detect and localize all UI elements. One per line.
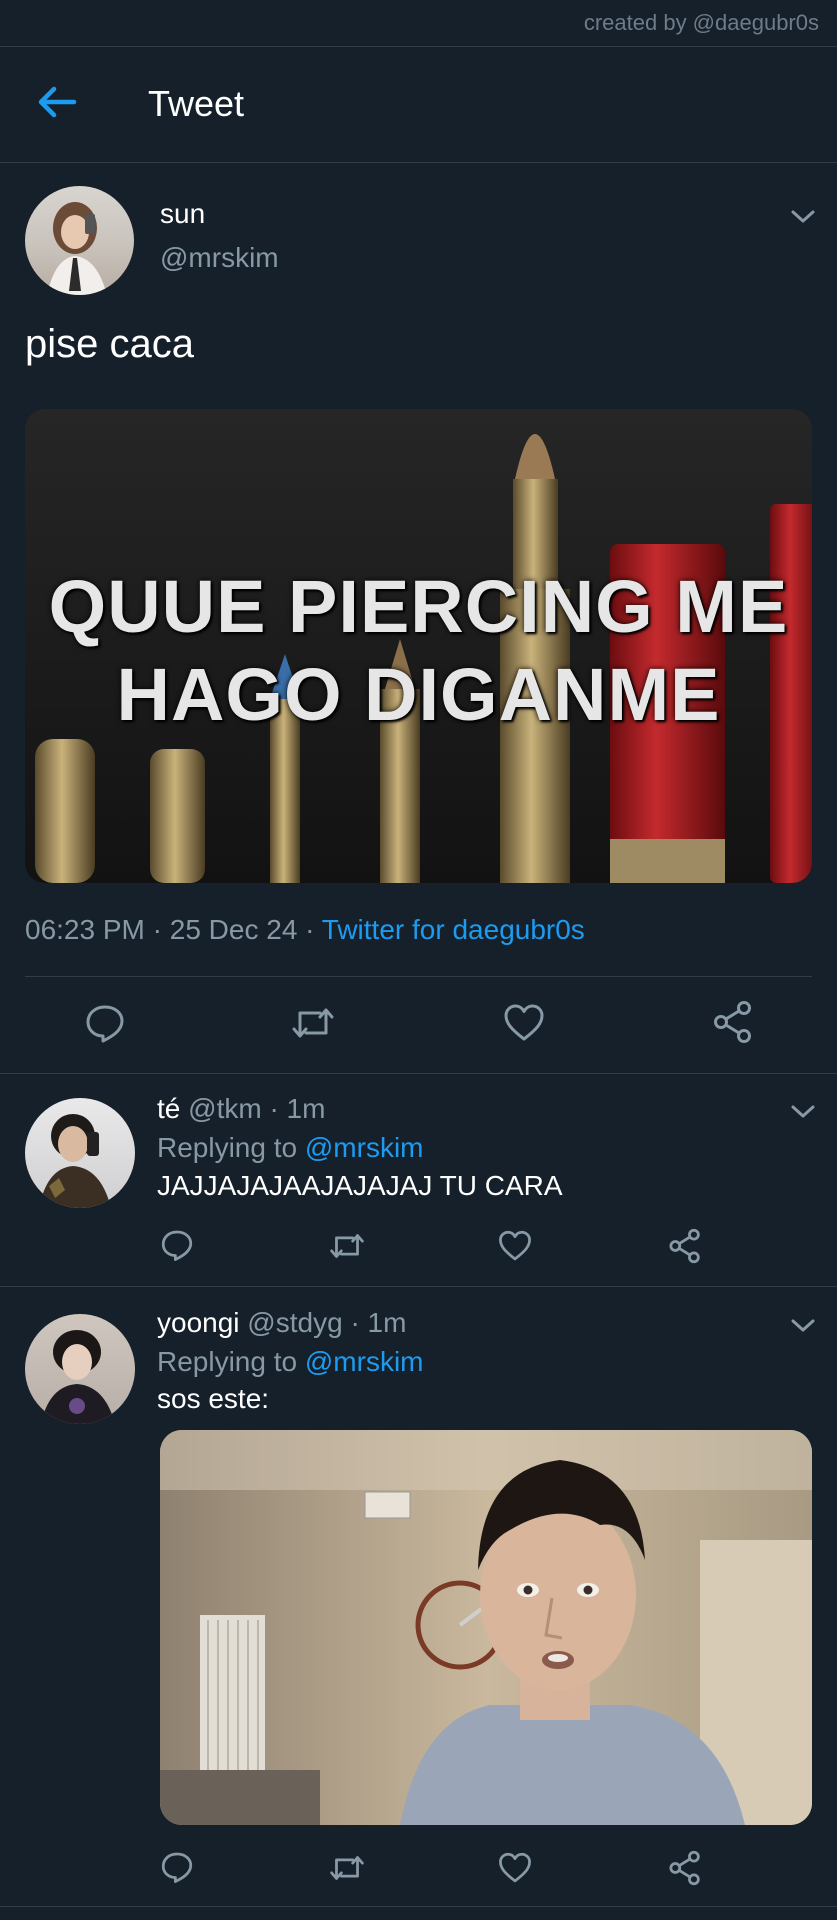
comment-icon — [161, 1230, 193, 1261]
author-name[interactable]: sun — [160, 198, 205, 230]
avatar[interactable] — [25, 186, 134, 295]
section-divider — [0, 1286, 837, 1287]
header-divider — [0, 162, 837, 163]
replying-to-link[interactable]: @mrskim — [305, 1132, 424, 1163]
chevron-down-icon — [791, 210, 815, 223]
back-button[interactable] — [34, 79, 80, 125]
meme-text-line1: QUUE PIERCING ME — [48, 565, 789, 648]
reply-button[interactable] — [160, 1850, 194, 1884]
reply-author-name[interactable]: té — [157, 1093, 180, 1124]
chevron-down-icon — [791, 1319, 815, 1332]
share-button[interactable] — [668, 1850, 702, 1886]
chevron-down-icon — [791, 1105, 815, 1118]
meta-separator: · — [152, 914, 162, 945]
page-title: Tweet — [148, 83, 245, 124]
author-handle[interactable]: @mrskim — [160, 242, 279, 274]
retweet-icon — [330, 1856, 364, 1880]
reply-author-handle[interactable]: @tkm — [188, 1093, 262, 1124]
meme-text-line2: HAGO DIGANME — [116, 653, 721, 736]
header: Tweet — [0, 47, 837, 162]
reply-text: JAJJAJAJAAJAJAJAJ TU CARA — [157, 1170, 563, 1201]
replying-to-label: Replying to — [157, 1132, 298, 1163]
credit-text: created by @daegubr0s — [583, 10, 819, 35]
share-button[interactable] — [668, 1228, 702, 1264]
reply-time: · 1m — [350, 1307, 407, 1338]
retweet-button[interactable] — [328, 1851, 366, 1885]
meta-separator: · — [305, 914, 315, 945]
comment-icon — [86, 1005, 124, 1043]
reply-time: · 1m — [269, 1093, 326, 1124]
share-icon — [669, 1228, 700, 1264]
more-button[interactable] — [788, 207, 818, 227]
retweet-button[interactable] — [328, 1229, 366, 1263]
share-icon — [669, 1850, 700, 1886]
reply-image[interactable] — [160, 1430, 812, 1825]
replying-to: Replying to @mrskim — [157, 1132, 424, 1164]
heart-icon — [499, 1230, 531, 1261]
tweet-image[interactable]: QUUE PIERCING ME HAGO DIGANME — [25, 409, 812, 883]
reply-header: yoongi @stdyg · 1m — [157, 1307, 406, 1339]
retweet-icon — [330, 1234, 364, 1258]
replying-to: Replying to @mrskim — [157, 1346, 424, 1378]
avatar[interactable] — [25, 1098, 135, 1208]
tweet-text: pise caca — [25, 322, 194, 366]
more-button[interactable] — [788, 1102, 818, 1122]
retweet-button[interactable] — [290, 1002, 336, 1044]
avatar[interactable] — [25, 1314, 135, 1424]
share-icon — [714, 1001, 751, 1043]
replying-to-label: Replying to — [157, 1346, 298, 1377]
like-button[interactable] — [498, 1229, 532, 1263]
webcam-photo — [160, 1430, 812, 1825]
tweet-meta: 06:23 PM · 25 Dec 24 · Twitter for daegu… — [25, 914, 585, 946]
tweet-time: 06:23 PM — [25, 914, 145, 945]
like-button[interactable] — [498, 1851, 532, 1885]
arrow-left-icon — [38, 86, 77, 118]
reply-author-name[interactable]: yoongi — [157, 1307, 240, 1338]
retweet-icon — [292, 1008, 334, 1038]
replying-to-link[interactable]: @mrskim — [305, 1346, 424, 1377]
comment-icon — [161, 1852, 193, 1883]
heart-icon — [504, 1004, 544, 1041]
like-button[interactable] — [503, 1002, 545, 1044]
tweet-date: 25 Dec 24 — [169, 914, 298, 945]
section-divider — [0, 1073, 837, 1074]
meta-divider — [25, 976, 812, 977]
reply-text: sos este: — [157, 1383, 270, 1414]
section-divider — [0, 1906, 837, 1907]
reply-button[interactable] — [84, 1002, 126, 1044]
reply-header: té @tkm · 1m — [157, 1093, 325, 1125]
reply-author-handle[interactable]: @stdyg — [247, 1307, 342, 1338]
tweet-source-link[interactable]: Twitter for daegubr0s — [322, 914, 585, 945]
share-button[interactable] — [712, 1000, 754, 1044]
heart-icon — [499, 1852, 531, 1883]
reply-button[interactable] — [160, 1228, 194, 1262]
more-button[interactable] — [788, 1316, 818, 1336]
